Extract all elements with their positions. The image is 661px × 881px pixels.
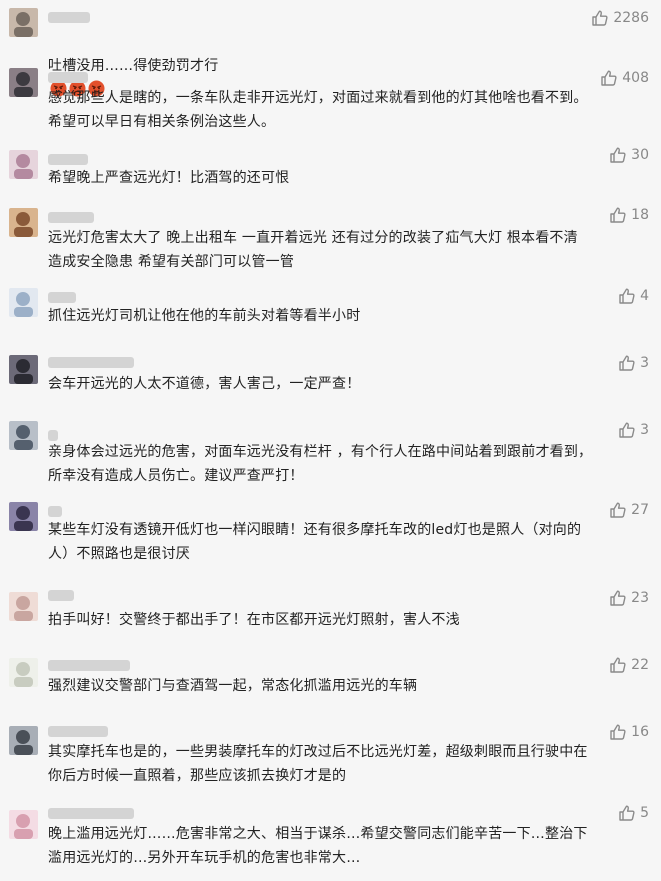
comment-item: 抓住远光灯司机让他在他的车前头对着等看半小时 4	[0, 282, 661, 342]
comment-item: 拍手叫好！交警终于都出手了！在市区都开远光灯照射，害人不浅 23	[0, 584, 661, 644]
comment-item: 其实摩托车也是的，一些男装摩托车的灯改过后不比远光灯差，超级刺眼而且行驶中在 你…	[0, 720, 661, 800]
comment-text: 远光灯危害太大了 晚上出租车 一直开着远光 还有过分的改装了疝气大灯 根本看不清…	[48, 230, 578, 270]
username-blurred[interactable]	[48, 12, 90, 23]
like-button[interactable]: 5	[618, 803, 649, 823]
like-button[interactable]: 23	[609, 588, 649, 608]
comment-text: 拍手叫好！交警终于都出手了！在市区都开远光灯照射，害人不浅	[48, 612, 460, 628]
avatar[interactable]	[9, 288, 38, 317]
avatar[interactable]	[9, 8, 38, 37]
like-count: 3	[640, 422, 649, 438]
thumbs-up-icon	[609, 501, 627, 519]
avatar[interactable]	[9, 208, 38, 237]
like-count: 23	[631, 590, 649, 606]
comment-text: 亲身体会过远光的危害，对面车远光没有栏杆 ，有个行人在路中间站着到跟前才看到， …	[48, 444, 593, 484]
comment-item: 某些车灯没有透镜开低灯也一样闪眼睛！还有很多摩托车改的led灯也是照人（对向的 …	[0, 498, 661, 578]
comment-item: 会车开远光的人太不道德，害人害己，一定严查！ 3	[0, 350, 661, 410]
comment-text: 抓住远光灯司机让他在他的车前头对着等看半小时	[48, 308, 361, 324]
comment-item: 强烈建议交警部门与查酒驾一起，常态化抓滥用远光的车辆 22	[0, 652, 661, 712]
like-count: 3	[640, 355, 649, 371]
comment-item: 亲身体会过远光的危害，对面车远光没有栏杆 ，有个行人在路中间站着到跟前才看到， …	[0, 416, 661, 496]
like-button[interactable]: 16	[609, 722, 649, 742]
username-blurred[interactable]	[48, 212, 94, 223]
like-count: 4	[640, 288, 649, 304]
thumbs-up-icon	[618, 804, 636, 822]
like-count: 27	[631, 502, 649, 518]
like-count: 22	[631, 657, 649, 673]
like-count: 16	[631, 724, 649, 740]
like-button[interactable]: 18	[609, 205, 649, 225]
like-count: 408	[622, 70, 649, 86]
avatar[interactable]	[9, 355, 38, 384]
username-blurred[interactable]	[48, 357, 134, 368]
username-blurred[interactable]	[48, 590, 74, 601]
username-blurred[interactable]	[48, 726, 108, 737]
avatar[interactable]	[9, 421, 38, 450]
comment-text: 希望晚上严查远光灯！比酒驾的还可恨	[48, 170, 290, 186]
like-button[interactable]: 27	[609, 500, 649, 520]
comment-text: 晚上滥用远光灯……危害非常之大、相当于谋杀…希望交警同志们能辛苦一下…整治下 滥…	[48, 826, 588, 866]
comment-text: 某些车灯没有透镜开低灯也一样闪眼睛！还有很多摩托车改的led灯也是照人（对向的 …	[48, 522, 582, 562]
thumbs-up-icon	[609, 589, 627, 607]
avatar[interactable]	[9, 592, 38, 621]
comment-item: 晚上滥用远光灯……危害非常之大、相当于谋杀…希望交警同志们能辛苦一下…整治下 滥…	[0, 800, 661, 881]
like-count: 30	[631, 147, 649, 163]
thumbs-up-icon	[609, 146, 627, 164]
username-blurred[interactable]	[48, 660, 130, 671]
avatar[interactable]	[9, 150, 38, 179]
thumbs-up-icon	[618, 287, 636, 305]
comment-text: 其实摩托车也是的，一些男装摩托车的灯改过后不比远光灯差，超级刺眼而且行驶中在 你…	[48, 744, 588, 784]
like-button[interactable]: 22	[609, 655, 649, 675]
avatar[interactable]	[9, 502, 38, 531]
thumbs-up-icon	[618, 421, 636, 439]
username-blurred[interactable]	[48, 72, 88, 83]
username-blurred[interactable]	[48, 506, 62, 517]
thumbs-up-icon	[618, 354, 636, 372]
comment-text: 感觉那些人是瞎的，一条车队走非开远光灯，对面过来就看到他的灯其他啥也看不到。 希…	[48, 90, 588, 130]
like-count: 18	[631, 207, 649, 223]
thumbs-up-icon	[609, 206, 627, 224]
avatar[interactable]	[9, 810, 38, 839]
like-button[interactable]: 3	[618, 353, 649, 373]
avatar[interactable]	[9, 658, 38, 687]
like-button[interactable]: 3	[618, 420, 649, 440]
like-button[interactable]: 2286	[591, 8, 649, 28]
like-button[interactable]: 408	[600, 68, 649, 88]
comment-item: 感觉那些人是瞎的，一条车队走非开远光灯，对面过来就看到他的灯其他啥也看不到。 希…	[0, 60, 661, 138]
comment-item: 吐槽没用……得使劲罚才行 2286	[0, 0, 661, 97]
like-count: 5	[640, 805, 649, 821]
thumbs-up-icon	[609, 723, 627, 741]
like-count: 2286	[613, 10, 649, 26]
avatar[interactable]	[9, 726, 38, 755]
thumbs-up-icon	[609, 656, 627, 674]
thumbs-up-icon	[600, 69, 618, 87]
like-button[interactable]: 30	[609, 145, 649, 165]
thumbs-up-icon	[591, 9, 609, 27]
comment-text: 会车开远光的人太不道德，害人害己，一定严查！	[48, 376, 361, 392]
comment-item: 希望晚上严查远光灯！比酒驾的还可恨 30	[0, 140, 661, 200]
like-button[interactable]: 4	[618, 286, 649, 306]
username-blurred[interactable]	[48, 292, 76, 303]
username-blurred[interactable]	[48, 808, 134, 819]
comment-text: 强烈建议交警部门与查酒驾一起，常态化抓滥用远光的车辆	[48, 678, 418, 694]
comment-item: 远光灯危害太大了 晚上出租车 一直开着远光 还有过分的改装了疝气大灯 根本看不清…	[0, 200, 661, 280]
username-blurred[interactable]	[48, 154, 88, 165]
avatar[interactable]	[9, 68, 38, 97]
